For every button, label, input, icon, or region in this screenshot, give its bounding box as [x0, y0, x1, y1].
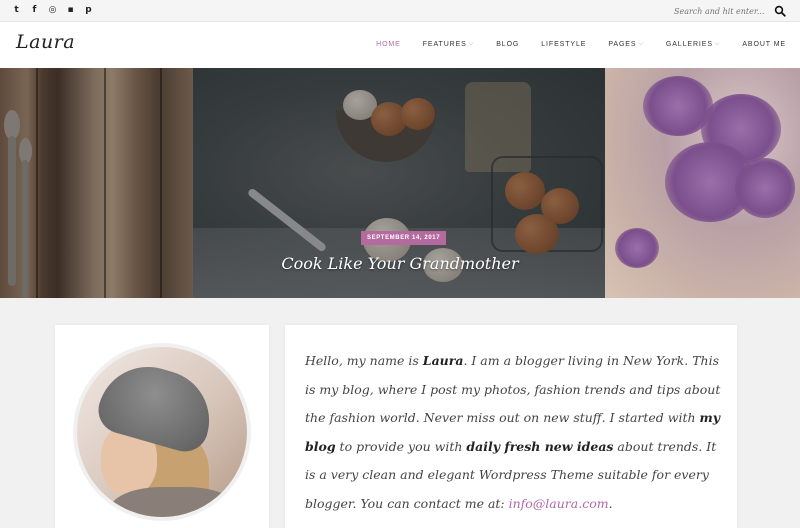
wooden-table-image — [0, 68, 193, 298]
spoon-handle — [8, 136, 16, 286]
nav-item-label: Blog — [496, 41, 520, 48]
post-date-badge: September 14, 2017 — [361, 231, 447, 245]
plank-seam — [104, 68, 106, 298]
nav-item-galleries[interactable]: Galleries ⌵ — [666, 41, 720, 48]
nav-item-label: Lifestyle — [541, 41, 587, 48]
author-name: Laura — [422, 353, 464, 368]
about-bio: Hello, my name is Laura. I am a blogger … — [305, 347, 725, 518]
chevron-down-icon: ⌵ — [714, 41, 721, 47]
about-text-card: Hello, my name is Laura. I am a blogger … — [285, 325, 737, 528]
about-photo-card — [55, 325, 269, 528]
nav-item-about-me[interactable]: About Me — [742, 41, 786, 48]
contact-email-link[interactable]: info@laura.com — [509, 496, 609, 511]
facebook-icon[interactable]: f — [30, 5, 39, 16]
search-icon[interactable] — [774, 4, 786, 17]
nav-item-lifestyle[interactable]: Lifestyle — [541, 41, 586, 48]
flower-image — [735, 158, 795, 218]
bio-text: Hello, my name is — [305, 353, 423, 368]
social-links: t f ◎ ▪ p — [12, 5, 93, 16]
nav-item-home[interactable]: Home — [376, 41, 401, 48]
chevron-down-icon: ⌵ — [468, 41, 475, 47]
top-bar: t f ◎ ▪ p — [0, 0, 800, 22]
twitter-icon[interactable]: t — [12, 5, 21, 16]
bio-highlight: daily fresh new ideas — [466, 438, 614, 454]
nav-item-pages[interactable]: Pages ⌵ — [608, 41, 644, 48]
sweater-shape — [109, 487, 239, 517]
plank-seam — [160, 68, 162, 298]
flower-image — [615, 228, 659, 268]
author-avatar — [73, 343, 251, 521]
post-title[interactable]: Cook Like Your Grandmother — [230, 254, 570, 273]
nav-item-label: Home — [376, 41, 401, 48]
nav-item-label: Features — [422, 41, 467, 48]
main-nav: Home Features ⌵ Blog Lifestyle Pages ⌵ Gal… — [354, 41, 786, 48]
flickr-icon[interactable]: ▪ — [66, 5, 75, 16]
nav-item-label: Pages — [608, 41, 637, 48]
flowers-image — [605, 68, 800, 298]
search-form — [600, 0, 800, 22]
nav-item-features[interactable]: Features ⌵ — [423, 41, 474, 48]
bio-text: . — [608, 495, 613, 511]
pinterest-icon[interactable]: p — [84, 5, 93, 16]
hero-slider: September 14, 2017 Cook Like Your Grandm… — [0, 68, 800, 298]
nav-item-label: Galleries — [665, 41, 713, 48]
fork-handle — [22, 160, 28, 298]
site-logo[interactable]: Laura — [16, 31, 75, 53]
site-header: Laura Home Features ⌵ Blog Lifestyle Page… — [0, 22, 800, 68]
nav-item-blog[interactable]: Blog — [496, 41, 519, 48]
search-input[interactable] — [600, 2, 770, 20]
chevron-down-icon: ⌵ — [638, 41, 644, 47]
bio-text: to provide you with — [335, 438, 467, 454]
plank-seam — [36, 68, 38, 298]
nav-item-label: About Me — [742, 41, 786, 48]
dribbble-icon[interactable]: ◎ — [48, 5, 57, 16]
